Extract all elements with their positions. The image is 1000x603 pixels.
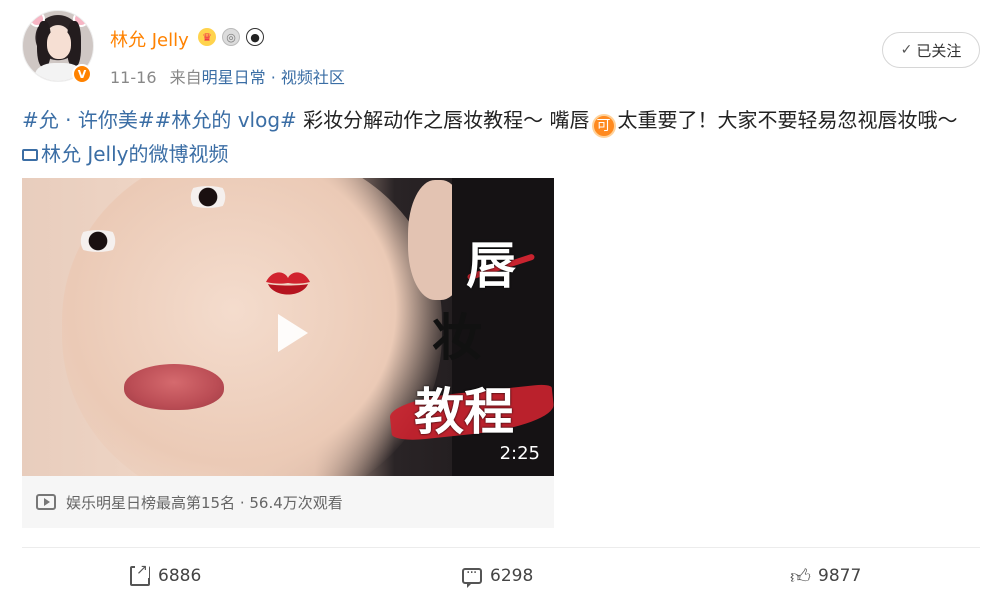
hashtag-link[interactable]: #允 · 许你美# (22, 108, 155, 132)
medal-badge-icon[interactable]: ◎ (222, 28, 240, 46)
like-button[interactable]: 👍︎ 9877 (790, 562, 861, 590)
follow-label: 已关注 (916, 41, 962, 60)
video-duration: 2:25 (499, 443, 540, 464)
repost-icon (130, 562, 150, 586)
comment-icon (462, 565, 482, 588)
post-text: #允 · 许你美##林允的 vlog# 彩妆分解动作之唇妆教程～ 嘴唇可太重要了… (22, 104, 982, 170)
username[interactable]: 林允 Jelly (110, 26, 189, 52)
crown-badge-icon[interactable]: ♛ (198, 28, 216, 46)
divider (22, 547, 980, 548)
eye-decoration (72, 230, 124, 252)
repost-button[interactable]: 6886 (130, 562, 201, 590)
lipstick-kiss-icon (266, 272, 310, 295)
video-card[interactable]: 唇 妆 教程 2:25 娱乐明星日榜最高第15名 · 56.4万次观看 (22, 178, 554, 528)
panda-badge-icon[interactable]: ● (246, 28, 264, 46)
lips-decoration (124, 364, 224, 410)
verified-icon: V (72, 64, 92, 84)
comment-count: 6298 (490, 566, 534, 586)
eye-decoration (182, 186, 234, 208)
comment-button[interactable]: 6298 (462, 562, 533, 590)
post-body-text: 彩妆分解动作之唇妆教程～ 嘴唇 (296, 108, 590, 132)
source-prefix: 来自 (169, 68, 202, 87)
post-body-text: 太重要了！大家不要轻易忽视唇妆哦～ (617, 108, 958, 132)
video-stats: 娱乐明星日榜最高第15名 · 56.4万次观看 (66, 493, 343, 512)
ke-emoji-icon: 可 (591, 114, 616, 138)
user-badges: ♛ ◎ ● (198, 28, 264, 46)
weibo-video-link[interactable]: 林允 Jelly的微博视频 (22, 142, 229, 166)
video-link-label: 林允 Jelly的微博视频 (41, 142, 229, 166)
video-stats-bar: 娱乐明星日榜最高第15名 · 56.4万次观看 (22, 476, 554, 528)
check-icon: ✓ (900, 42, 913, 58)
video-title-char: 妆 (432, 308, 482, 367)
video-title-char: 教程 (414, 382, 514, 441)
action-bar: 6886 6298 👍︎ 9877 (0, 550, 1000, 603)
hashtag-link[interactable]: #林允的 vlog# (155, 108, 297, 132)
video-thumbnail[interactable]: 唇 妆 教程 2:25 (22, 178, 554, 476)
post-meta: 11-16 来自明星日常 · 视频社区 (110, 64, 345, 88)
post-header: V 林允 Jelly ♛ ◎ ● 11-16 来自明星日常 · 视频社区 ✓ 已… (0, 0, 1000, 100)
video-camera-icon (22, 149, 38, 161)
follow-button[interactable]: ✓ 已关注 (882, 32, 980, 68)
play-icon[interactable] (262, 306, 316, 360)
repost-count: 6886 (158, 566, 202, 586)
cat-ears-decoration (27, 11, 91, 29)
post-source[interactable]: 明星日常 · 视频社区 (202, 68, 345, 87)
video-title-char: 唇 (466, 236, 516, 295)
thumbs-up-icon: 👍︎ (790, 564, 811, 588)
video-play-icon (36, 494, 56, 510)
post-date[interactable]: 11-16 (110, 68, 157, 87)
like-count: 9877 (818, 566, 862, 586)
